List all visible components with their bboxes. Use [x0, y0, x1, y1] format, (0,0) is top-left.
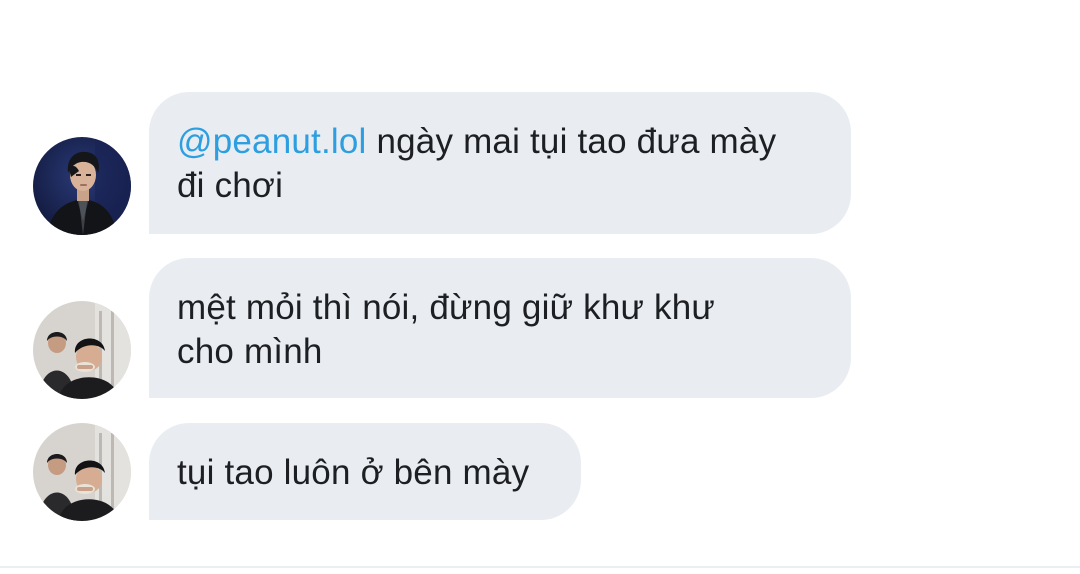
message-bubble[interactable]: mệt mỏi thì nói, đừng giữ khư khư cho mì…: [149, 258, 851, 398]
avatar[interactable]: [33, 301, 131, 399]
message-text-line: @peanut.lol ngày mai tụi tao đưa mày: [177, 120, 823, 164]
message-text: ngày mai tụi tao đưa mày: [366, 122, 777, 161]
message-text-line: đi chơi: [177, 166, 284, 205]
avatar[interactable]: [33, 423, 131, 521]
avatar-photo-group-eating-icon: [33, 423, 131, 521]
avatar-photo-group-eating-icon: [33, 301, 131, 399]
message-text-line: mệt mỏi thì nói, đừng giữ khư khư: [177, 288, 716, 327]
divider: [0, 566, 1080, 568]
avatar-photo-man-in-suit-icon: [33, 137, 131, 235]
chat-thread: @peanut.lol ngày mai tụi tao đưa mày đi …: [0, 0, 1080, 574]
avatar[interactable]: [33, 137, 131, 235]
message-bubble[interactable]: @peanut.lol ngày mai tụi tao đưa mày đi …: [149, 92, 851, 234]
message-text-line: cho mình: [177, 332, 323, 371]
message-text-line: tụi tao luôn ở bên mày: [177, 453, 530, 492]
user-mention-link[interactable]: @peanut.lol: [177, 122, 367, 161]
message-bubble[interactable]: tụi tao luôn ở bên mày: [149, 423, 581, 520]
